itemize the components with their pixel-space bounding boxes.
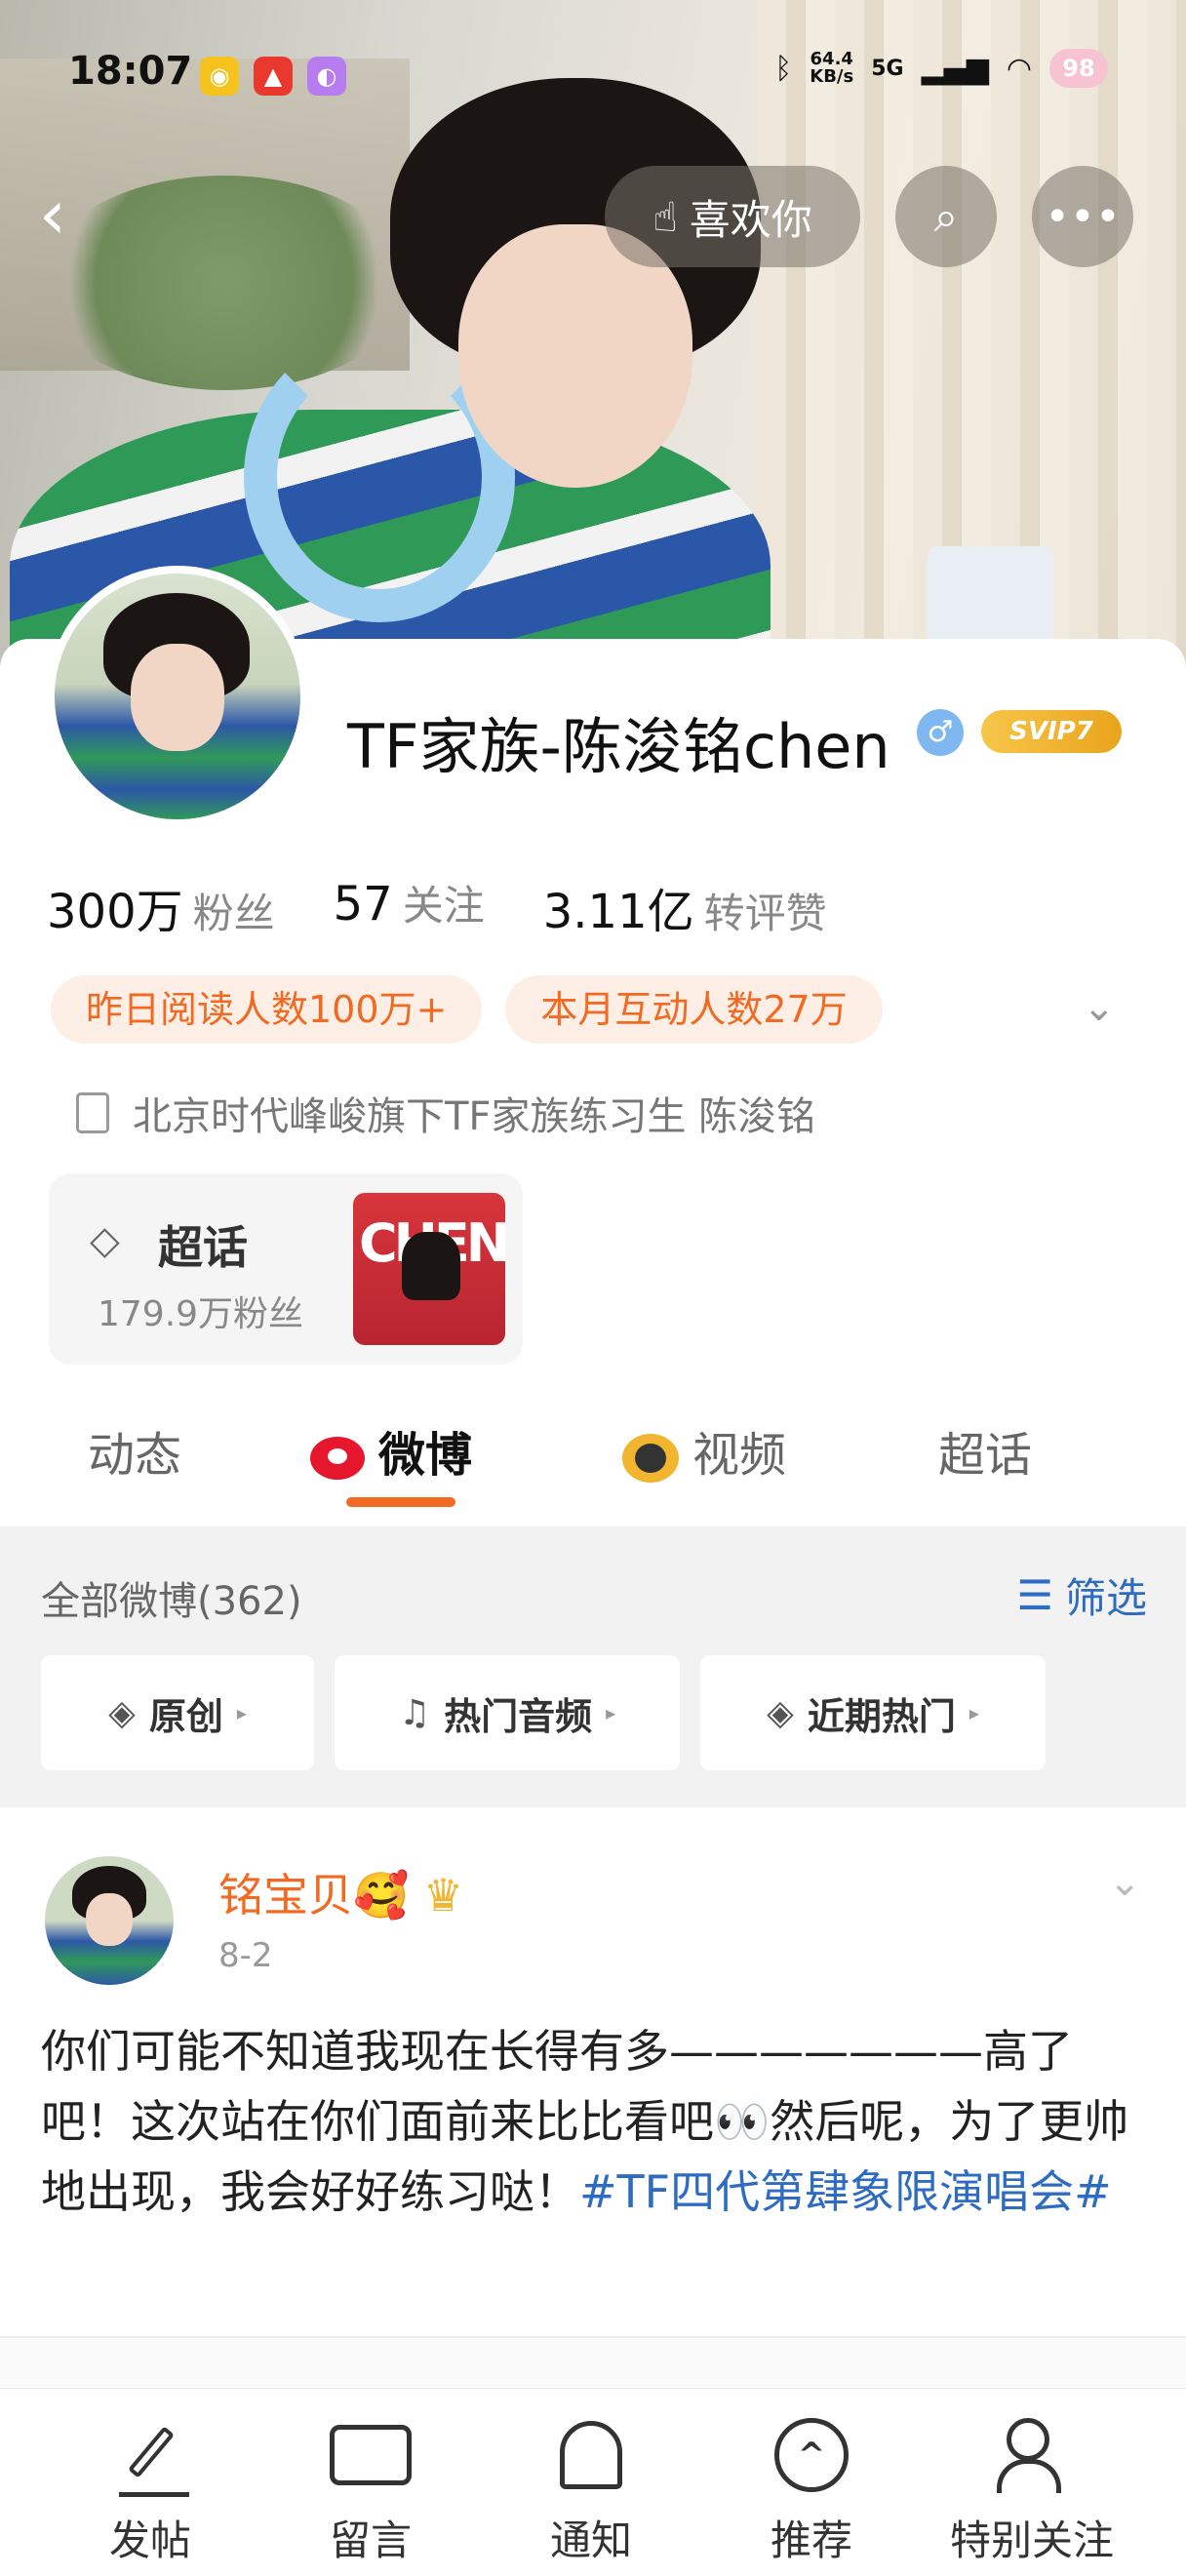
bell-icon	[560, 2421, 622, 2489]
status-bar: 18:07 ◉ ▲ ◐ ᛒ 64.4 KB/s 5G ▂▄▆ ◠ 98	[0, 0, 1186, 146]
message-icon	[330, 2425, 412, 2485]
video-icon	[622, 1434, 679, 1483]
hand-heart-icon: ☝	[652, 192, 678, 241]
tab-dynamic[interactable]: 动态	[88, 1416, 181, 1485]
tab-supertopic[interactable]: 超话	[938, 1416, 1032, 1485]
network-type: 5G	[871, 56, 904, 81]
pen-icon	[119, 2424, 189, 2497]
profile-username: TF家族-陈浚铭chen	[347, 711, 890, 782]
user-star-icon	[993, 2418, 1071, 2493]
crown-icon: ♛	[422, 1869, 464, 1922]
search-button[interactable]: ⌕	[895, 166, 997, 267]
interactions-badge[interactable]: 本月互动人数27万	[505, 975, 883, 1044]
post-date: 8-2	[218, 1936, 273, 1975]
nav-special-follow[interactable]: 特别关注	[934, 2408, 1129, 2567]
post-avatar[interactable]	[45, 1856, 174, 1985]
stat-interactions[interactable]: 3.11亿 转评赞	[543, 873, 827, 941]
purple-app-icon: ◐	[307, 57, 346, 96]
battery-icon: 98	[1049, 49, 1108, 88]
svip-badge[interactable]: SVIP7	[981, 710, 1122, 753]
profile-badges: 昨日阅读人数100万+ 本月互动人数27万	[51, 975, 883, 1044]
headphones-icon: ♫	[398, 1692, 431, 1733]
profile-tabs: 动态 微博 视频 超话	[0, 1395, 1186, 1512]
nav-post[interactable]: 发帖	[53, 2408, 248, 2567]
layers-icon: ◈	[108, 1692, 136, 1733]
bluetooth-icon: ᛒ	[774, 51, 793, 86]
search-icon: ⌕	[933, 191, 959, 242]
stat-fans[interactable]: 300万 粉丝	[47, 873, 275, 941]
back-button[interactable]: ‹	[39, 180, 66, 249]
diamond-icon: ◇	[90, 1218, 120, 1263]
profile-avatar[interactable]	[47, 566, 308, 827]
supertopic-fans: 179.9万粉丝	[98, 1294, 304, 1334]
stat-following[interactable]: 57 关注	[334, 873, 485, 941]
chip-recent-hot[interactable]: ◈ 近期热门 ▸	[700, 1655, 1046, 1770]
bio-text: 北京时代峰峻旗下TF家族练习生 陈浚铭	[133, 1094, 816, 1139]
chevron-down-icon[interactable]: ⌄	[1108, 1860, 1141, 1905]
status-time: 18:07	[68, 49, 193, 94]
signal-icon: ▂▄▆	[921, 51, 989, 86]
weibo-app-icon: ◉	[200, 57, 239, 96]
filter-icon: ☰	[1016, 1571, 1053, 1619]
all-posts-count: 全部微博(362)	[41, 1579, 302, 1624]
post-hashtag[interactable]: #TF四代第肆象限演唱会#	[579, 2165, 1112, 2218]
weibo-icon	[310, 1437, 365, 1480]
nav-message[interactable]: 留言	[273, 2408, 468, 2567]
supertopic-card[interactable]: ◇ 超话 179.9万粉丝 CHEN	[49, 1173, 523, 1365]
nav-recommend[interactable]: ^ 推荐	[714, 2408, 909, 2567]
profile-stats: 300万 粉丝 57 关注 3.11亿 转评赞	[47, 873, 827, 941]
profile-bio: 北京时代峰峻旗下TF家族练习生 陈浚铭	[76, 1085, 815, 1141]
chevron-down-icon[interactable]: ⌄	[1083, 985, 1116, 1030]
nav-notify[interactable]: 通知	[494, 2408, 689, 2567]
wifi-icon: ◠	[1006, 51, 1032, 86]
triangle-icon: ▸	[969, 1701, 979, 1724]
post-text: 你们可能不知道我现在长得有多———————高了吧！这次站在你们面前来比比看吧👀然…	[41, 2025, 1129, 2218]
supertopic-thumbnail[interactable]: CHEN	[353, 1193, 505, 1345]
shopping-app-icon: ▲	[254, 57, 293, 96]
layers-icon: ◈	[767, 1692, 794, 1733]
triangle-icon: ▸	[236, 1701, 247, 1724]
next-post-peek	[0, 2338, 1186, 2387]
reads-badge[interactable]: 昨日阅读人数100万+	[51, 975, 483, 1044]
active-tab-indicator	[346, 1497, 455, 1507]
document-icon	[76, 1092, 109, 1133]
gender-male-icon: ♂	[917, 709, 964, 756]
net-speed: 64.4 KB/s	[810, 49, 854, 87]
supertopic-title: 超话	[158, 1221, 248, 1274]
tab-video[interactable]: 视频	[622, 1416, 786, 1485]
filter-button[interactable]: ☰ 筛选	[1016, 1565, 1147, 1625]
more-icon: •••	[1045, 191, 1121, 242]
chevron-up-circle-icon: ^	[774, 2418, 849, 2492]
like-you-label: 喜欢你	[689, 195, 812, 244]
post-author[interactable]: 铭宝贝🥰 ♛	[218, 1860, 463, 1924]
tab-weibo[interactable]: 微博	[310, 1416, 472, 1485]
weibo-post[interactable]: 铭宝贝🥰 ♛ 8-2 ⌄ 你们可能不知道我现在长得有多———————高了吧！这次…	[0, 1809, 1186, 2336]
triangle-icon: ▸	[606, 1701, 616, 1724]
more-button[interactable]: •••	[1032, 166, 1133, 267]
bottom-nav: 发帖 留言 通知 ^ 推荐 特别关注	[0, 2388, 1186, 2576]
feed-filter-bar: 全部微博(362) ☰ 筛选 ◈ 原创 ▸ ♫ 热门音频 ▸ ◈ 近期热门 ▸	[0, 1526, 1186, 1807]
like-you-button[interactable]: ☝ 喜欢你	[605, 166, 860, 267]
chip-original[interactable]: ◈ 原创 ▸	[41, 1655, 314, 1770]
chip-hot-audio[interactable]: ♫ 热门音频 ▸	[335, 1655, 680, 1770]
